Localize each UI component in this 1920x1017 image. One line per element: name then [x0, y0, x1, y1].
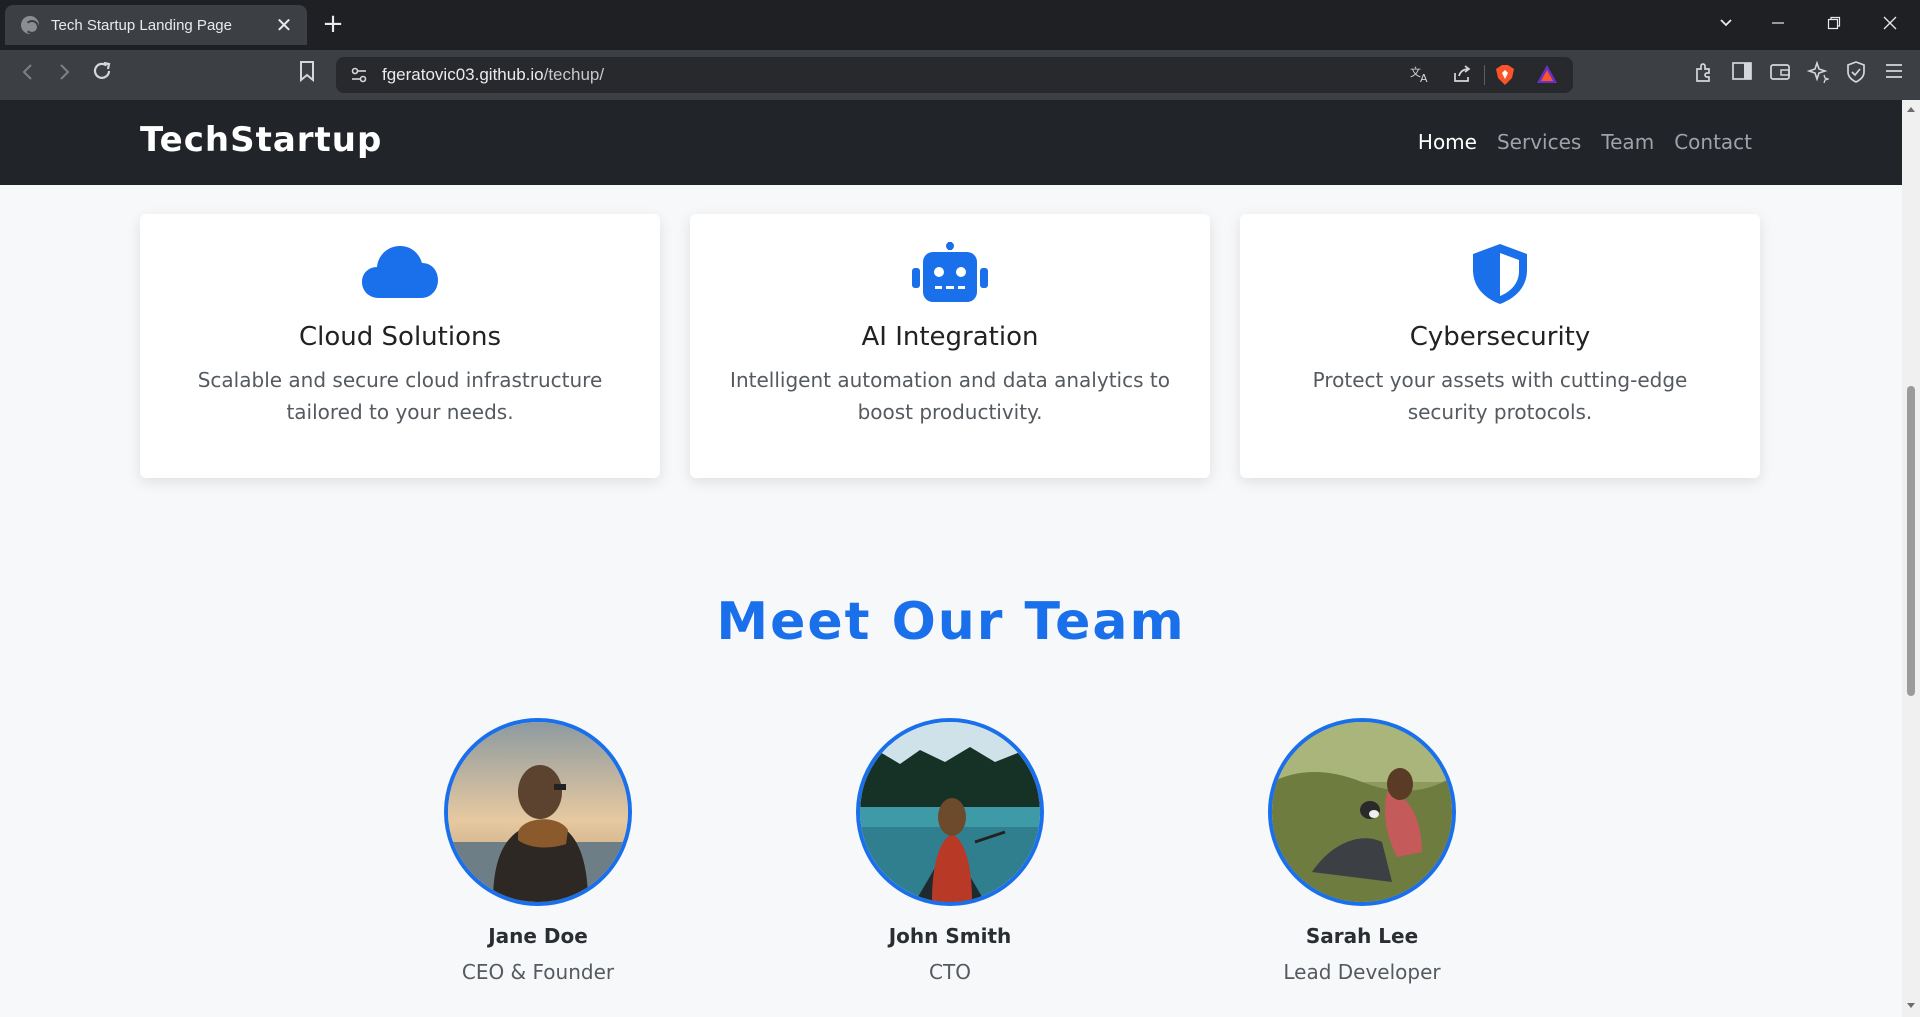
scroll-up-arrow-icon[interactable]	[1905, 105, 1917, 115]
wallet-icon[interactable]	[1766, 61, 1794, 89]
member-role: CTO	[929, 960, 971, 984]
team-member-card: Jane Doe CEO & Founder	[388, 718, 688, 984]
restore-icon[interactable]	[1808, 0, 1860, 50]
team-member-card: John Smith CTO	[800, 718, 1100, 984]
globe-icon	[21, 16, 39, 34]
site-header: TechStartup Home Services Team Contact	[0, 100, 1902, 185]
service-description: Protect your assets with cutting-edge se…	[1312, 368, 1688, 424]
member-role: CEO & Founder	[461, 960, 615, 984]
nav-link-contact[interactable]: Contact	[1674, 130, 1752, 154]
brave-shields-icon[interactable]	[1493, 64, 1517, 86]
translate-icon[interactable]: 文A	[1408, 64, 1432, 86]
site-logo[interactable]: TechStartup	[140, 120, 382, 160]
nav-link-home[interactable]: Home	[1418, 130, 1477, 154]
sidebar-icon[interactable]	[1728, 61, 1756, 89]
bookmark-icon[interactable]	[292, 60, 322, 90]
brave-rewards-icon[interactable]	[1535, 64, 1559, 86]
reload-icon[interactable]	[87, 60, 117, 90]
robot-icon	[690, 242, 1210, 304]
service-title: Cloud Solutions	[299, 322, 501, 352]
avatar	[444, 718, 632, 906]
service-description: Intelligent automation and data analytic…	[730, 368, 1170, 424]
avatar	[856, 718, 1044, 906]
tab-search-chevron-icon[interactable]	[1700, 0, 1752, 50]
team-member-card: Sarah Lee Lead Developer	[1212, 718, 1512, 984]
service-title: AI Integration	[861, 322, 1039, 352]
tab-title: Tech Startup Landing Page	[51, 16, 232, 34]
member-name: Jane Doe	[488, 924, 588, 948]
share-icon[interactable]	[1450, 64, 1474, 86]
service-card-ai: AI Integration Intelligent automation an…	[690, 214, 1210, 478]
services-section: Cloud Solutions Scalable and secure clou…	[140, 214, 1760, 478]
tab-close-icon[interactable]: ✕	[273, 13, 295, 37]
team-section-title: Meet Our Team	[716, 592, 1186, 652]
scrollbar-thumb[interactable]	[1907, 386, 1915, 696]
back-icon[interactable]	[13, 60, 43, 90]
minimize-icon[interactable]	[1752, 0, 1804, 50]
new-tab-button[interactable]: +	[318, 9, 348, 39]
leo-ai-icon[interactable]	[1804, 60, 1832, 89]
avatar	[1268, 718, 1456, 906]
url-host: fgeratovic03.github.io	[382, 65, 544, 84]
member-role: Lead Developer	[1283, 960, 1441, 984]
nav-link-team[interactable]: Team	[1601, 130, 1654, 154]
omnibox-divider	[1484, 65, 1485, 85]
address-bar[interactable]: fgeratovic03.github.io/techup/ 文A	[336, 57, 1573, 93]
scroll-down-arrow-icon[interactable]	[1905, 1002, 1917, 1012]
cloud-icon	[140, 242, 660, 304]
site-settings-icon[interactable]	[350, 66, 368, 84]
member-name: John Smith	[888, 924, 1012, 948]
vpn-shield-icon[interactable]	[1842, 61, 1870, 89]
nav-link-services[interactable]: Services	[1497, 130, 1581, 154]
forward-icon[interactable]	[49, 60, 79, 90]
member-name: Sarah Lee	[1305, 924, 1419, 948]
page-viewport: TechStartup Home Services Team Contact C…	[0, 100, 1902, 1017]
menu-icon[interactable]	[1880, 61, 1908, 89]
extensions-icon[interactable]	[1690, 61, 1718, 89]
service-card-security: Cybersecurity Protect your assets with c…	[1240, 214, 1760, 478]
main-nav: Home Services Team Contact	[1398, 130, 1752, 154]
service-title: Cybersecurity	[1409, 322, 1591, 352]
service-description: Scalable and secure cloud infrastructure…	[197, 368, 603, 424]
page-scrollbar[interactable]	[1902, 100, 1920, 1017]
svg-text:A: A	[1420, 72, 1428, 84]
close-window-icon[interactable]	[1864, 0, 1916, 50]
shield-icon	[1240, 242, 1760, 304]
service-card-cloud: Cloud Solutions Scalable and secure clou…	[140, 214, 660, 478]
url-path: /techup/	[543, 65, 605, 84]
browser-tab[interactable]: Tech Startup Landing Page ✕	[5, 5, 307, 45]
url-text: fgeratovic03.github.io/techup/	[382, 65, 604, 85]
browser-tab-bar: Tech Startup Landing Page ✕ +	[0, 0, 1920, 50]
